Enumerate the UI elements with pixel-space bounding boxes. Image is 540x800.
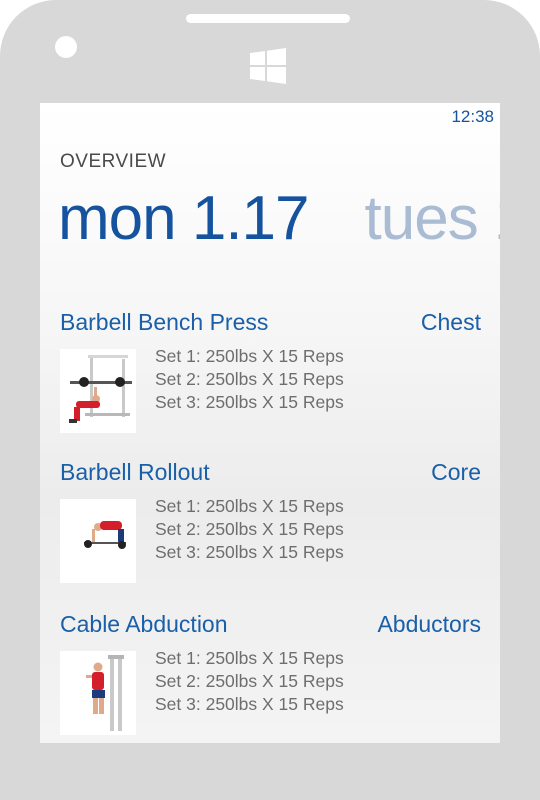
exercise-muscle-group: Chest [420, 309, 481, 335]
exercise-item[interactable]: Cable Abduction Abductors Set 1: 250lbs … [60, 611, 481, 735]
set-list: Set 1: 250lbs X 15 Reps Set 2: 250lbs X … [155, 495, 344, 564]
set-list: Set 1: 250lbs X 15 Reps Set 2: 250lbs X … [155, 647, 344, 716]
set-line: Set 3: 250lbs X 15 Reps [155, 542, 344, 562]
set-line: Set 3: 250lbs X 15 Reps [155, 392, 344, 412]
pivot-item-tues[interactable]: tues 1 [365, 183, 500, 254]
exercise-muscle-group: Abductors [377, 611, 481, 637]
set-line: Set 1: 250lbs X 15 Reps [155, 496, 344, 516]
set-list: Set 1: 250lbs X 15 Reps Set 2: 250lbs X … [155, 345, 344, 414]
set-line: Set 1: 250lbs X 15 Reps [155, 346, 344, 366]
windows-logo-icon [250, 48, 286, 84]
exercise-name[interactable]: Barbell Rollout [60, 459, 210, 486]
status-clock: 12:38 [451, 107, 494, 126]
set-line: Set 3: 250lbs X 15 Reps [155, 694, 344, 714]
exercise-muscle-group: Core [431, 459, 481, 485]
speaker-grille [186, 14, 350, 23]
phone-screen: 12:38 OVERVIEW mon 1.17 tues 1 Barbell Be… [40, 103, 500, 743]
front-camera [55, 36, 77, 58]
phone-frame: 12:38 OVERVIEW mon 1.17 tues 1 Barbell Be… [0, 0, 540, 800]
set-line: Set 2: 250lbs X 15 Reps [155, 519, 344, 539]
exercise-item[interactable]: Barbell Bench Press Chest Set 1: 250lbs … [60, 309, 481, 433]
app-title: OVERVIEW [60, 151, 167, 172]
set-line: Set 1: 250lbs X 15 Reps [155, 648, 344, 668]
exercise-name[interactable]: Cable Abduction [60, 611, 228, 638]
cable-abduction-photo-icon [60, 651, 136, 735]
exercise-item[interactable]: Barbell Rollout Core Set 1: 250lbs X 15 … [60, 459, 481, 583]
set-line: Set 2: 250lbs X 15 Reps [155, 671, 344, 691]
rollout-photo-icon [60, 499, 136, 583]
set-line: Set 2: 250lbs X 15 Reps [155, 369, 344, 389]
exercise-name[interactable]: Barbell Bench Press [60, 309, 268, 336]
pivot-header: mon 1.17 tues 1 [58, 183, 500, 254]
bench-press-photo-icon [60, 349, 136, 433]
pivot-item-mon[interactable]: mon 1.17 [58, 183, 310, 254]
